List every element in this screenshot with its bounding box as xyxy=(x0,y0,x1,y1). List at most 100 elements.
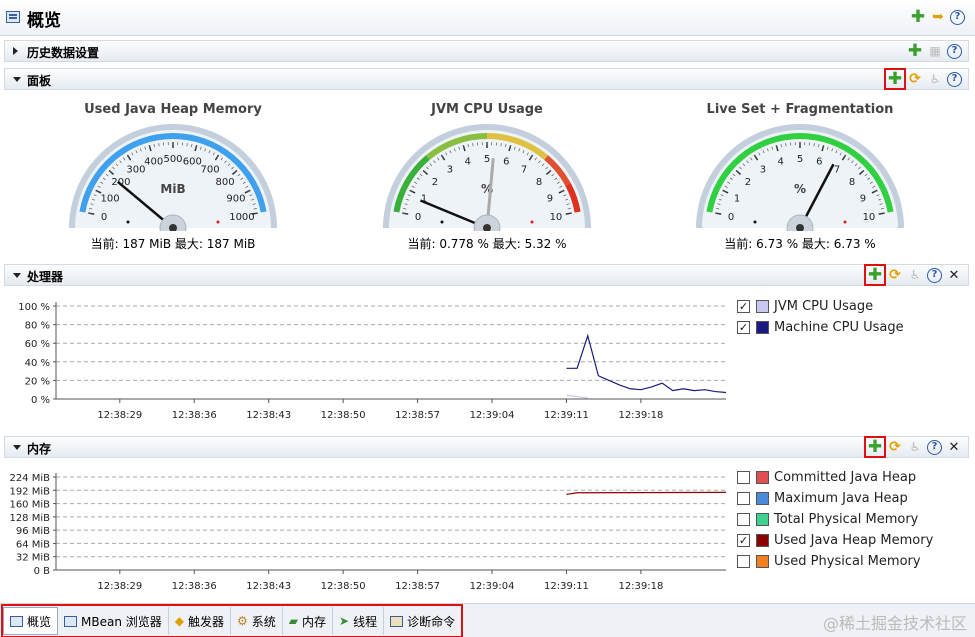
x-tick-label: 12:38:43 xyxy=(246,581,291,592)
gauge-tick-label: 10 xyxy=(863,212,876,223)
gauge-tick-label: 300 xyxy=(126,165,145,176)
help-icon[interactable]: ? xyxy=(950,9,965,25)
legend-checkbox[interactable] xyxy=(737,471,750,484)
gauge-tick xyxy=(565,212,572,215)
overview-icon xyxy=(6,11,20,23)
refresh-icon[interactable]: ⟳ xyxy=(887,267,903,283)
tab-diagnostic-commands[interactable]: 诊断命令 xyxy=(384,607,462,635)
help-icon[interactable]: ? xyxy=(947,71,962,87)
tab-mbean-browser[interactable]: MBean 浏览器 xyxy=(58,607,169,635)
legend-item[interactable]: ✓ JVM CPU Usage xyxy=(737,296,904,317)
y-tick-label: 80 % xyxy=(25,321,50,332)
pin-icon[interactable]: ♿ xyxy=(907,439,923,455)
legend-item[interactable]: Committed Java Heap xyxy=(737,467,933,488)
gauge-tick-label: 400 xyxy=(144,157,163,168)
legend-item[interactable]: ✓ Used Java Heap Memory xyxy=(737,530,933,551)
gauge-tick-label: 800 xyxy=(215,177,234,188)
add-icon[interactable]: ✚ xyxy=(864,436,886,458)
legend-checkbox[interactable]: ✓ xyxy=(737,321,750,334)
gauge-dot xyxy=(843,220,847,224)
gauge-tick-label: 0 xyxy=(101,212,107,223)
legend-label: Committed Java Heap xyxy=(774,470,917,485)
tab-overview[interactable]: 概览 xyxy=(3,607,59,635)
gauge-tick-label: 9 xyxy=(547,193,553,204)
gauge-minor-tick xyxy=(472,143,474,147)
gauge-minor-tick xyxy=(500,143,502,147)
gauge-tick-label: 0 xyxy=(728,212,734,223)
y-tick-label: 64 MiB xyxy=(16,539,50,550)
y-tick-label: 192 MiB xyxy=(9,486,50,497)
chart-icon[interactable]: ▦ xyxy=(927,43,943,59)
gauge-heap: Used Java Heap Memory 0 100 200 300 400 500 60… xyxy=(43,96,303,256)
legend-label: Maximum Java Heap xyxy=(774,491,908,506)
legend-item[interactable]: Maximum Java Heap xyxy=(737,488,933,509)
x-tick-label: 12:39:04 xyxy=(470,581,515,592)
legend-checkbox[interactable]: ✓ xyxy=(737,534,750,547)
y-tick-label: 0 % xyxy=(31,395,50,406)
gauge-title: Live Set + Fragmentation xyxy=(706,102,894,117)
tab-threads[interactable]: ➤ 线程 xyxy=(333,607,385,635)
tab-memory[interactable]: ▰ 内存 xyxy=(282,607,334,635)
x-tick-label: 12:39:18 xyxy=(618,581,663,592)
legend-item[interactable]: Used Physical Memory xyxy=(737,551,933,572)
gauge-dot xyxy=(126,220,130,224)
legend-item[interactable]: Total Physical Memory xyxy=(737,509,933,530)
pin-icon[interactable]: ♿ xyxy=(907,267,923,283)
gauge-minor-tick xyxy=(785,143,787,147)
y-tick-label: 160 MiB xyxy=(9,500,50,511)
close-icon[interactable]: ✕ xyxy=(946,267,962,283)
series-line xyxy=(566,394,588,399)
y-tick-label: 40 % xyxy=(25,358,50,369)
cpu-legend: ✓ JVM CPU Usage ✓ Machine CPU Usage xyxy=(737,296,904,338)
section-history[interactable]: 历史数据设置 ✚ ▦ ? xyxy=(4,40,969,62)
apply-icon[interactable]: ➥ xyxy=(930,9,946,25)
legend-item[interactable]: ✓ Machine CPU Usage xyxy=(737,317,904,338)
add-icon[interactable]: ✚ xyxy=(907,42,923,59)
help-icon[interactable]: ? xyxy=(927,439,942,455)
tab-label: 系统 xyxy=(251,614,276,629)
gauge-value: 当前: 187 MiB 最大: 187 MiB xyxy=(90,237,256,251)
gauge-dial: 01234 5 678910% xyxy=(383,124,591,231)
legend-checkbox[interactable] xyxy=(737,513,750,526)
collapse-icon[interactable] xyxy=(13,273,21,278)
gauge-tick-label: 0 xyxy=(415,212,421,223)
add-icon[interactable]: ✚ xyxy=(864,264,886,286)
gauge-dot xyxy=(216,220,220,224)
tab-system[interactable]: ⚙ 系统 xyxy=(231,607,283,635)
section-memory[interactable]: 内存 ✚ ⟳ ♿ ? ✕ xyxy=(4,436,969,458)
legend-checkbox[interactable] xyxy=(737,555,750,568)
x-tick-label: 12:38:29 xyxy=(97,581,142,592)
legend-label: Used Physical Memory xyxy=(774,554,921,569)
add-icon[interactable]: ✚ xyxy=(910,8,926,25)
help-icon[interactable]: ? xyxy=(927,267,942,283)
refresh-icon[interactable]: ⟳ xyxy=(887,439,903,455)
gauge-tick-label: 7 xyxy=(521,165,527,176)
legend-label: Machine CPU Usage xyxy=(774,320,904,335)
help-icon[interactable]: ? xyxy=(947,43,962,59)
collapse-icon[interactable] xyxy=(13,77,21,82)
tab-triggers[interactable]: ◆ 触发器 xyxy=(168,607,232,635)
x-tick-label: 12:38:50 xyxy=(321,410,366,421)
legend-checkbox[interactable]: ✓ xyxy=(737,300,750,313)
refresh-icon[interactable]: ⟳ xyxy=(907,71,923,87)
gauge-unit: MiB xyxy=(160,182,185,196)
collapse-icon[interactable] xyxy=(13,445,21,450)
gauge-tick-label: 8 xyxy=(849,177,855,188)
legend-swatch xyxy=(756,471,769,484)
pin-icon[interactable]: ♿ xyxy=(927,71,943,87)
section-dashboard[interactable]: 面板 ✚ ⟳ ♿ ? xyxy=(4,68,969,90)
x-tick-label: 12:39:11 xyxy=(544,581,589,592)
legend-checkbox[interactable] xyxy=(737,492,750,505)
gauge-unit: % xyxy=(794,182,806,196)
legend-swatch xyxy=(756,513,769,526)
section-title: 面板 xyxy=(27,74,52,88)
x-tick-label: 12:39:18 xyxy=(618,410,663,421)
gauge-value: 当前: 0.778 % 最大: 5.32 % xyxy=(407,237,567,251)
expand-icon[interactable] xyxy=(13,47,18,55)
gauge-liveset: Live Set + Fragmentation 0 1 2 3 4 5 6 7 8 9 10% 当… xyxy=(670,96,930,256)
close-icon[interactable]: ✕ xyxy=(946,439,962,455)
add-icon[interactable]: ✚ xyxy=(884,68,906,90)
x-tick-label: 12:38:29 xyxy=(97,410,142,421)
section-processor[interactable]: 处理器 ✚ ⟳ ♿ ? ✕ xyxy=(4,264,969,286)
series-line xyxy=(566,491,727,496)
